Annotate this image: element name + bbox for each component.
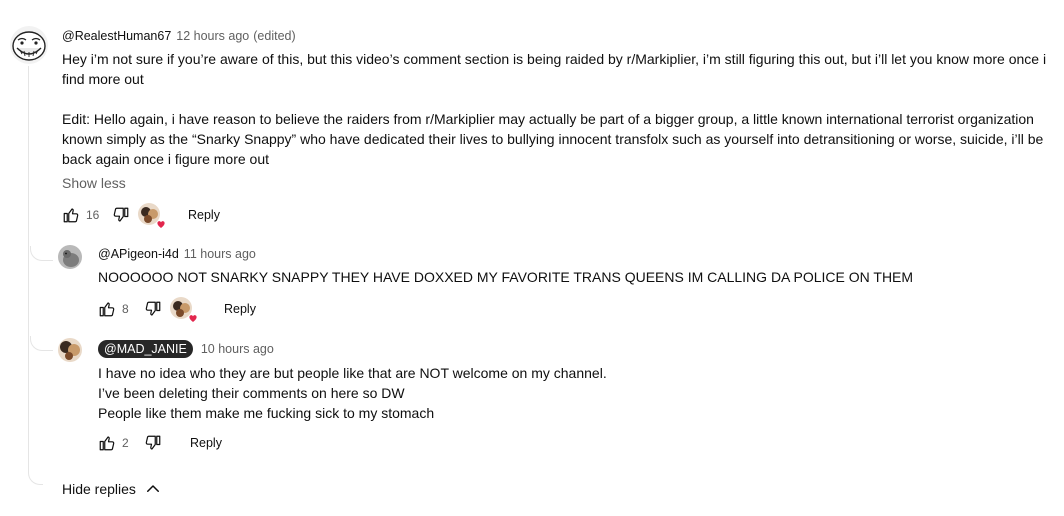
reply-timestamp[interactable]: 10 hours ago — [201, 342, 274, 356]
reply-line: I’ve been deleting their comments on her… — [98, 385, 405, 401]
thumbs-down-icon — [113, 207, 129, 222]
thumbs-down-icon — [145, 301, 161, 316]
comment-actions: 16 Reply — [60, 203, 228, 229]
show-less-button[interactable]: Show less — [62, 175, 126, 191]
comment-text: Hey i’m not sure if you’re aware of this… — [62, 49, 1054, 169]
hide-replies-label: Hide replies — [62, 481, 136, 497]
like-button[interactable] — [96, 432, 118, 454]
creator-heart — [170, 297, 198, 323]
thumbs-up-icon — [99, 436, 115, 451]
comment-paragraph: Hey i’m not sure if you’re aware of this… — [62, 51, 1047, 87]
avatar-apigeon[interactable] — [58, 245, 82, 269]
reply-line: I have no idea who they are but people l… — [98, 365, 607, 381]
like-button[interactable] — [96, 298, 118, 320]
reply-meta: @MAD_JANIE 10 hours ago — [98, 340, 274, 358]
reply-meta: @APigeon-i4d 11 hours ago — [98, 247, 256, 261]
like-count: 2 — [122, 436, 129, 450]
thread-line — [28, 66, 43, 485]
creator-heart — [138, 203, 166, 229]
trollface-icon — [10, 26, 48, 64]
dislike-button[interactable] — [142, 298, 164, 320]
heart-icon — [156, 220, 166, 229]
pigeon-avatar-icon — [58, 245, 82, 269]
creator-author-badge[interactable]: @MAD_JANIE — [98, 340, 193, 358]
like-button[interactable] — [60, 204, 82, 226]
reply-text: I have no idea who they are but people l… — [98, 363, 1048, 423]
reply-line: People like them make me fucking sick to… — [98, 405, 435, 421]
reply-actions: 2 Reply — [96, 431, 230, 455]
comment-timestamp[interactable]: 12 hours ago — [176, 29, 249, 43]
dislike-button[interactable] — [142, 432, 164, 454]
comment-paragraph: Edit: Hello again, i have reason to beli… — [62, 111, 1044, 167]
avatar-mad-janie[interactable] — [58, 338, 82, 362]
reply-button[interactable]: Reply — [180, 204, 228, 226]
reply-text: NOOOOOO NOT SNARKY SNAPPY THEY HAVE DOXX… — [98, 267, 1048, 287]
dislike-button[interactable] — [110, 204, 132, 226]
reply-button[interactable]: Reply — [216, 298, 264, 320]
like-count: 8 — [122, 302, 129, 316]
reply-actions: 8 Reply — [96, 297, 264, 323]
creator-avatar-icon — [58, 338, 82, 362]
thumbs-up-icon — [63, 208, 79, 223]
reply-author[interactable]: @APigeon-i4d — [98, 247, 179, 261]
reply-button[interactable]: Reply — [182, 432, 230, 454]
reply-timestamp[interactable]: 11 hours ago — [184, 247, 256, 261]
like-count: 16 — [86, 208, 100, 222]
comment-author[interactable]: @RealestHuman67 — [62, 29, 171, 43]
thumbs-down-icon — [145, 435, 161, 450]
chevron-up-icon — [144, 480, 162, 498]
reply-paragraph: NOOOOOO NOT SNARKY SNAPPY THEY HAVE DOXX… — [98, 269, 914, 285]
avatar-realesthuman67[interactable] — [10, 26, 48, 64]
comment-meta: @RealestHuman67 12 hours ago (edited) — [62, 29, 296, 43]
edited-label: (edited) — [253, 29, 296, 43]
thumbs-up-icon — [99, 302, 115, 317]
hide-replies-button[interactable]: Hide replies — [62, 480, 162, 498]
heart-icon — [188, 314, 198, 323]
